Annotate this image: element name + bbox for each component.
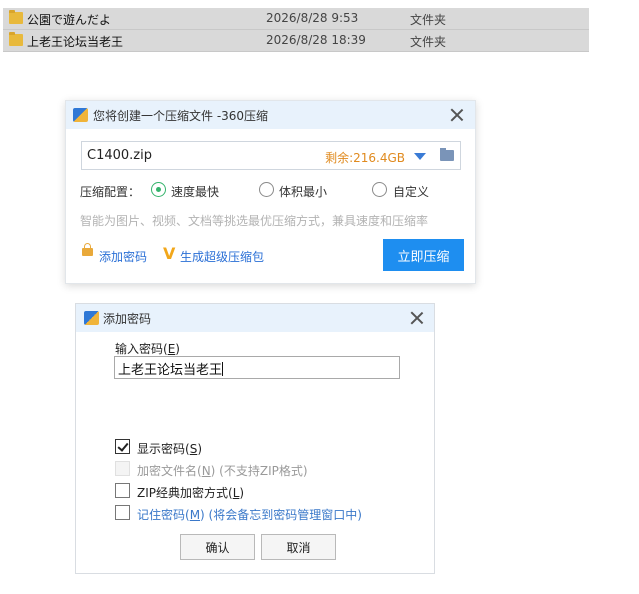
radio-custom[interactable] — [372, 182, 387, 197]
close-icon[interactable] — [449, 107, 465, 123]
encrypt-filename-label: 加密文件名(N) (不支持ZIP格式) — [137, 464, 308, 478]
compress-dialog-titlebar[interactable]: 您将创建一个压缩文件 -360压缩 — [66, 101, 475, 129]
radio-label-size[interactable]: 体积最小 — [279, 183, 327, 200]
file-date: 2026/8/28 18:39 — [266, 33, 366, 47]
zip-classic-encrypt-checkbox[interactable] — [115, 483, 130, 498]
cancel-button[interactable]: 取消 — [261, 534, 336, 560]
file-row[interactable]: 公園で遊んだよ 2026/8/28 9:53 文件夹 — [3, 8, 589, 30]
compress-now-button[interactable]: 立即压缩 — [383, 239, 464, 271]
compress-dialog-title: 您将创建一个压缩文件 -360压缩 — [93, 109, 269, 123]
zip-classic-encrypt-label[interactable]: ZIP经典加密方式(L) — [137, 484, 244, 501]
folder-icon — [9, 32, 23, 46]
free-space-label: 剩余:216.4GB — [325, 151, 405, 165]
password-input[interactable]: 上老王论坛当老王 — [114, 356, 400, 379]
app-icon — [84, 311, 99, 325]
folder-icon — [9, 10, 23, 24]
encrypt-filename-checkbox[interactable] — [115, 461, 130, 476]
config-label: 压缩配置： — [80, 185, 141, 199]
file-type: 文件夹 — [410, 13, 447, 27]
super-package-link[interactable]: 生成超级压缩包 — [180, 248, 264, 265]
show-password-checkbox[interactable] — [115, 439, 130, 454]
browse-folder-icon[interactable] — [440, 148, 454, 161]
password-dialog: 添加密码 输入密码(E) 上老王论坛当老王 显示密码(S) 加密文件名(N) (… — [75, 303, 435, 574]
close-icon[interactable] — [409, 310, 425, 326]
remember-password-label[interactable]: 记住密码(M) (将会备忘到密码管理窗口中) — [137, 506, 362, 523]
lock-icon — [82, 243, 93, 256]
password-dialog-title: 添加密码 — [103, 312, 152, 326]
file-date: 2026/8/28 9:53 — [266, 11, 359, 25]
password-dialog-titlebar[interactable]: 添加密码 — [76, 304, 434, 332]
file-type: 文件夹 — [410, 35, 447, 49]
file-row[interactable]: 上老王论坛当老王 2026/8/28 18:39 文件夹 — [3, 30, 589, 52]
password-label: 输入密码(E) — [115, 342, 180, 356]
file-list: 公園で遊んだよ 2026/8/28 9:53 文件夹 上老王论坛当老王 2026… — [3, 8, 589, 52]
v-icon: V — [163, 244, 176, 263]
file-name: 上老王论坛当老王 — [27, 35, 124, 49]
show-password-label[interactable]: 显示密码(S) — [137, 440, 202, 457]
archive-path-input[interactable]: C1400.zip 剩余:216.4GB — [81, 141, 461, 170]
radio-size-smallest[interactable] — [259, 182, 274, 197]
archive-path-text: C1400.zip — [87, 148, 152, 163]
app-icon — [73, 108, 88, 122]
file-name: 公園で遊んだよ — [27, 13, 112, 27]
chevron-down-icon[interactable] — [414, 153, 426, 160]
remember-password-checkbox[interactable] — [115, 505, 130, 520]
radio-speed-fastest[interactable] — [151, 182, 166, 197]
radio-label-custom[interactable]: 自定义 — [393, 183, 429, 200]
radio-label-speed[interactable]: 速度最快 — [171, 183, 219, 200]
add-password-link[interactable]: 添加密码 — [99, 248, 147, 265]
compress-hint: 智能为图片、视频、文档等挑选最优压缩方式，兼具速度和压缩率 — [80, 214, 429, 228]
compress-config-row: 压缩配置： 速度最快 体积最小 自定义 — [80, 182, 460, 202]
compress-dialog: 您将创建一个压缩文件 -360压缩 C1400.zip 剩余:216.4GB 压… — [65, 100, 476, 284]
confirm-button[interactable]: 确认 — [180, 534, 255, 560]
password-value: 上老王论坛当老王 — [118, 363, 223, 378]
